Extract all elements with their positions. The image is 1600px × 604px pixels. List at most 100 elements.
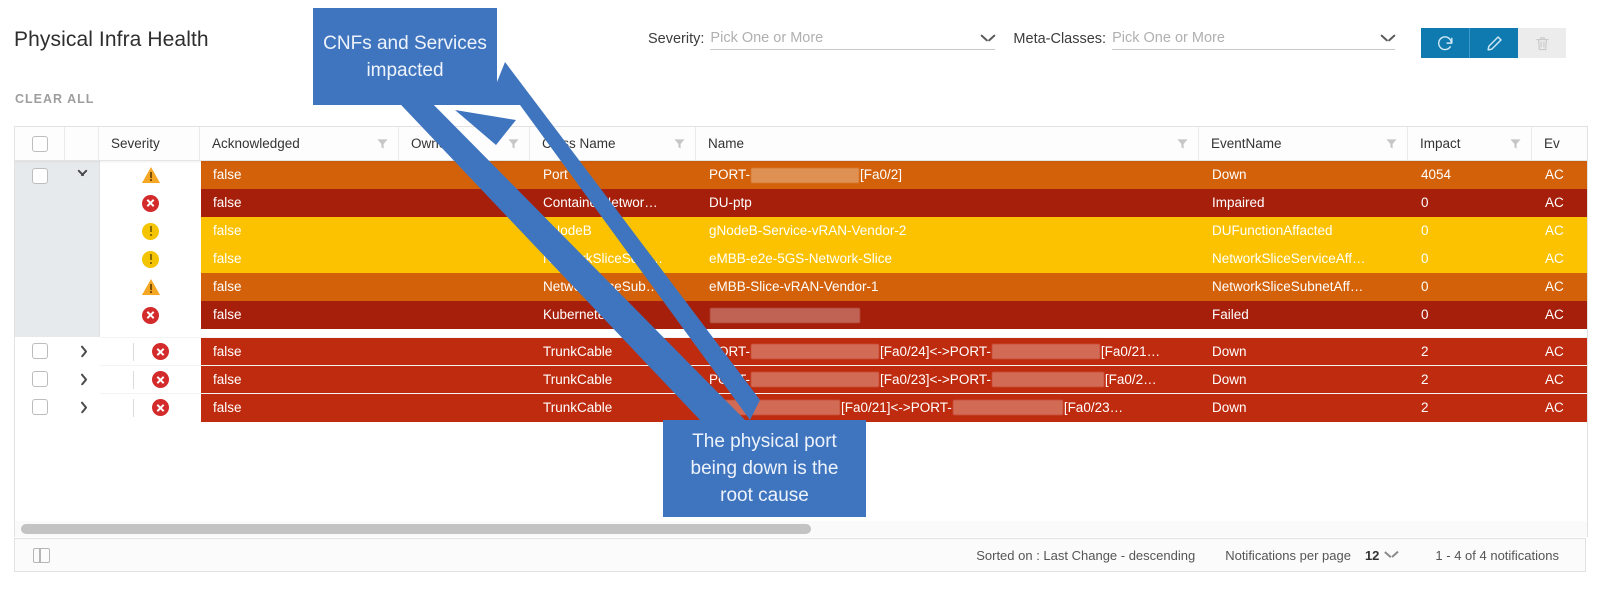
column-header-acknowledged[interactable]: Acknowledged: [200, 127, 399, 160]
cell-classname: NetworkSliceServ…: [531, 245, 697, 273]
cell-owner: [400, 161, 531, 189]
row-checkbox[interactable]: [32, 371, 48, 387]
chevron-down-icon[interactable]: [981, 34, 995, 43]
refresh-icon: [1437, 35, 1453, 50]
cell-eventname: Down: [1200, 393, 1409, 422]
table-row[interactable]: false gNodeB gNodeB-Service-vRAN-Vendor-2 D…: [100, 217, 1587, 245]
row-select-cell: [15, 371, 65, 387]
chevron-right-icon[interactable]: [77, 374, 88, 385]
row-checkbox[interactable]: [32, 399, 48, 415]
column-header-expand[interactable]: [65, 127, 99, 160]
chevron-down-icon[interactable]: [1385, 551, 1397, 559]
column-header-owner[interactable]: Owner: [399, 127, 530, 160]
column-header-classname[interactable]: Class Name: [530, 127, 696, 160]
table-row[interactable]: false TrunkCable T- [Fa0/21]<->PORT- [Fa0/23…: [100, 393, 1587, 422]
chevron-right-icon[interactable]: [77, 346, 88, 357]
severity-warning-icon: [141, 167, 160, 183]
table-row[interactable]: false TrunkCable PORT- [Fa0/24]<->PORT- [Fa0…: [100, 337, 1587, 366]
row-list: false TrunkCable PORT- [Fa0/23]<->PORT- [Fa0…: [100, 365, 1587, 394]
row-gutter: [15, 365, 100, 393]
filter-icon[interactable]: [508, 138, 519, 149]
filter-icon[interactable]: [1386, 138, 1397, 149]
filter-icon[interactable]: [1177, 138, 1188, 149]
columns-layout-icon[interactable]: [33, 547, 50, 563]
per-page-value[interactable]: 12: [1365, 548, 1379, 563]
scrollbar-thumb[interactable]: [21, 524, 811, 534]
cell-name-text: [Fa0/2…: [1104, 371, 1157, 387]
table-row[interactable]: false Port PORT- [Fa0/2] Down 4054 AC: [100, 161, 1587, 189]
column-header-impact[interactable]: Impact: [1408, 127, 1532, 160]
table-row-group: false TrunkCable T- [Fa0/21]<->PORT- [Fa0/23…: [15, 393, 1587, 422]
cell-severity: [100, 161, 201, 189]
cell-name: gNodeB-Service-vRAN-Vendor-2: [697, 217, 1200, 245]
cell-impact: 4054: [1409, 161, 1533, 189]
table-row[interactable]: false NetworkSliceServ… eMBB-e2e-5GS-Netwo…: [100, 245, 1587, 273]
cell-severity: [100, 273, 201, 301]
table-row[interactable]: false ContainerNetwor… DU-ptp Impaired 0 AC: [100, 189, 1587, 217]
filter-icon[interactable]: [377, 138, 388, 149]
annotation-root-cause-text: The physical port being down is the root…: [690, 431, 839, 506]
cell-acknowledged: false: [201, 393, 400, 422]
column-header-label: Owner: [411, 136, 451, 151]
severity-filter-input[interactable]: Pick One or More: [710, 30, 996, 50]
sorted-on-label: Sorted on : Last Change - descending: [976, 547, 1196, 563]
horizontal-scrollbar[interactable]: [14, 521, 1588, 537]
column-header-label: EventName: [1211, 136, 1282, 151]
column-header-name[interactable]: Name: [696, 127, 1199, 160]
cell-eventtime: AC: [1533, 161, 1587, 189]
cell-acknowledged: false: [201, 301, 400, 329]
annotation-cnfs-services-text: CNFs and Services impacted: [323, 32, 487, 81]
table-row-group: false TrunkCable PORT- [Fa0/23]<->PORT- [Fa0…: [15, 365, 1587, 394]
redacted-value: [751, 372, 880, 388]
cell-severity: [100, 393, 201, 422]
chevron-down-icon[interactable]: [1381, 34, 1395, 43]
redacted-value: [991, 344, 1100, 360]
cell-eventtime: AC: [1533, 217, 1587, 245]
severity-warning-icon: [141, 279, 160, 295]
edit-button[interactable]: [1469, 28, 1518, 58]
pencil-icon: [1486, 35, 1502, 51]
column-header-check[interactable]: [15, 127, 65, 160]
row-expander-cell: [65, 402, 99, 413]
annotation-cnfs-services: CNFs and Services impacted: [313, 8, 497, 105]
column-header-label: Class Name: [542, 136, 616, 151]
cell-name-text: PORT-: [709, 167, 751, 182]
chevron-down-icon[interactable]: [77, 168, 88, 179]
row-list: false TrunkCable PORT- [Fa0/24]<->PORT- [Fa0…: [100, 337, 1587, 366]
column-header-eventname[interactable]: EventName: [1199, 127, 1408, 160]
cell-impact: 2: [1409, 337, 1533, 366]
table-body: false Port PORT- [Fa0/2] Down 4054 AC false Cont…: [15, 161, 1587, 422]
select-all-checkbox[interactable]: [31, 135, 48, 152]
table-row[interactable]: false TrunkCable PORT- [Fa0/23]<->PORT- [Fa0…: [100, 365, 1587, 394]
severity-minor-icon: [142, 250, 159, 268]
scrollbar-track[interactable]: [15, 524, 1587, 534]
cell-name-text: gNodeB-Service-vRAN-Vendor-2: [709, 223, 907, 238]
chevron-right-icon[interactable]: [77, 402, 88, 413]
cell-severity: [100, 337, 201, 366]
column-header-eventtime[interactable]: Ev: [1532, 127, 1587, 160]
row-expander-cell: [65, 346, 99, 357]
table-row[interactable]: false KubernetesPo Failed 0 AC: [100, 301, 1587, 329]
cell-severity: [100, 365, 201, 394]
cell-classname: Port: [531, 161, 697, 189]
clear-all-button[interactable]: CLEAR ALL: [15, 92, 94, 106]
refresh-button[interactable]: [1421, 28, 1469, 58]
filter-icon[interactable]: [674, 138, 685, 149]
filter-icon[interactable]: [1510, 138, 1521, 149]
cell-impact: 2: [1409, 393, 1533, 422]
cell-eventtime: AC: [1533, 393, 1587, 422]
cell-eventtime: AC: [1533, 301, 1587, 329]
cell-owner: [400, 337, 531, 366]
table-row-group: false Port PORT- [Fa0/2] Down 4054 AC false Cont…: [15, 161, 1587, 337]
cell-impact: 2: [1409, 365, 1533, 394]
severity-critical-icon: [151, 399, 169, 416]
cell-impact: 0: [1409, 189, 1533, 217]
table-row[interactable]: false NetworkSliceSub… eMBB-Slice-vRAN-Ven…: [100, 273, 1587, 301]
row-list: false TrunkCable T- [Fa0/21]<->PORT- [Fa0/23…: [100, 393, 1587, 422]
row-checkbox[interactable]: [32, 343, 48, 359]
cell-severity: [100, 245, 201, 273]
row-checkbox[interactable]: [32, 168, 48, 184]
notification-count: 1 - 4 of 4 notifications: [1435, 547, 1559, 563]
column-header-severity[interactable]: Severity: [99, 127, 200, 160]
meta-classes-filter-input[interactable]: Pick One or More: [1112, 30, 1396, 50]
